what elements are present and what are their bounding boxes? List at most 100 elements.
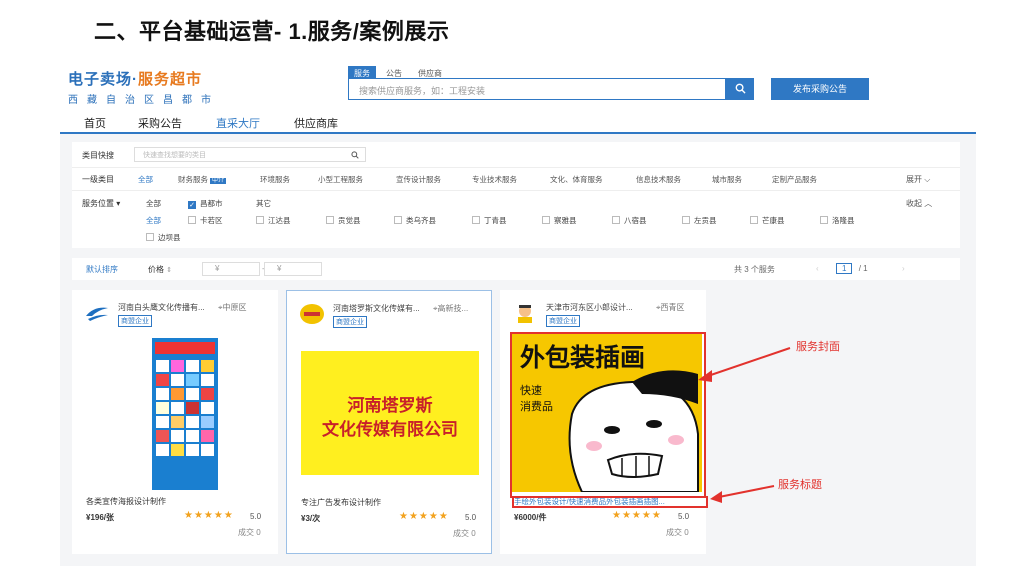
category-urban[interactable]: 城市服务 [712, 174, 742, 185]
category-culture-sports[interactable]: 文化、体育服务 [550, 174, 603, 185]
loc-changdu[interactable]: ✓ 昌都市 [188, 198, 223, 209]
district-bianba[interactable]: 边坝县 [146, 232, 181, 243]
poster-grid [152, 358, 218, 458]
publish-notice-button[interactable]: 发布采购公告 [771, 78, 869, 100]
checkbox-icon [146, 233, 154, 241]
checkbox-icon [326, 216, 334, 224]
loc-all[interactable]: 全部 [146, 198, 161, 209]
nav-home[interactable]: 首页 [84, 115, 106, 131]
rating-score: 5.0 [250, 512, 262, 521]
company-logo [300, 304, 324, 324]
site-logo[interactable]: 电子卖场·服务超市 [68, 68, 202, 89]
checkbox-icon [682, 216, 690, 224]
company-name[interactable]: 河南塔罗斯文化传媒有... [333, 303, 420, 314]
caret-down-icon: ▾ [116, 199, 121, 208]
district-dingqing[interactable]: 丁青县 [472, 215, 507, 226]
category-finance[interactable]: 财务服务 中介 [178, 174, 227, 185]
collapse-label: 收起 [906, 199, 922, 208]
nav-supplier-library[interactable]: 供应商库 [294, 115, 338, 131]
service-price: ¥6000/件 [514, 513, 547, 522]
checkbox-icon [612, 216, 620, 224]
site-header: 电子卖场·服务超市 西藏自治区昌都市 服务 公告 供应商 搜索供应商服务，如：工… [60, 62, 976, 118]
nav-procurement-notice[interactable]: 采购公告 [138, 115, 182, 131]
district-label: 察雅县 [554, 216, 577, 225]
collapse-button[interactable]: 收起 ︿ [906, 198, 932, 209]
cover-line1: 河南塔罗斯 [347, 396, 433, 415]
annotation-cover-label: 服务封面 [796, 341, 840, 353]
price-min-input[interactable]: ¥ [202, 262, 260, 276]
loc-changdu-label: 昌都市 [200, 199, 223, 208]
price-max-input[interactable]: ¥ [264, 262, 322, 276]
service-cover[interactable]: 河南塔罗斯 文化传媒有限公司 [301, 351, 479, 475]
logo-part1: 电子卖场· [68, 71, 138, 88]
total-count: 共 3 个服务 [734, 265, 775, 274]
checkbox-icon [820, 216, 828, 224]
member-badge: 商盟企业 [118, 315, 152, 327]
district: ⌖西青区 [656, 302, 685, 313]
category-it[interactable]: 信息技术服务 [636, 174, 681, 185]
rating-score: 5.0 [678, 512, 690, 521]
loc-other[interactable]: 其它 [256, 198, 271, 209]
rating-score: 5.0 [465, 513, 477, 522]
district-label: 边坝县 [158, 233, 181, 242]
district-label: 洛隆县 [832, 216, 855, 225]
member-badge: 商盟企业 [546, 315, 580, 327]
district-luolong[interactable]: 洛隆县 [820, 215, 855, 226]
district-basu[interactable]: 八宿县 [612, 215, 647, 226]
sort-bar: 默认排序 价格 ⇕ ¥ - ¥ 共 3 个服务 ‹ 1 / 1 › [72, 258, 960, 280]
filter-panel: 类目快搜 快速查找想要的类目 一级类目 全部 财务服务 中介 环境服务 小型工程服… [72, 142, 960, 248]
location-dropdown[interactable]: 服务位置 ▾ [82, 198, 120, 209]
location-label: 服务位置 [82, 199, 114, 208]
company-logo [518, 305, 532, 323]
company-name[interactable]: 河南白头鹰文化传播有... [118, 302, 205, 313]
prev-page-icon[interactable]: ‹ [816, 264, 819, 273]
category-custom-products[interactable]: 定制产品服务 [772, 174, 817, 185]
category-professional-tech[interactable]: 专业技术服务 [472, 174, 517, 185]
service-cover[interactable] [152, 338, 218, 490]
sort-default[interactable]: 默认排序 [86, 264, 118, 275]
district-leiwuqi[interactable]: 类乌齐县 [394, 215, 436, 226]
district-chaya[interactable]: 察雅县 [542, 215, 577, 226]
search-icon[interactable] [351, 148, 359, 161]
annotation-title-label: 服务标题 [778, 479, 822, 491]
level1-label: 一级类目 [82, 175, 114, 184]
district-label: 高新技... [437, 304, 469, 313]
next-page-icon[interactable]: › [902, 264, 905, 273]
service-card[interactable]: 河南塔罗斯文化传媒有... ⌖高新技... 商盟企业 河南塔罗斯 文化传媒有限公… [286, 290, 492, 554]
nav-direct-hall[interactable]: 直采大厅 [216, 115, 260, 131]
rating-stars: ★★★★★ [399, 511, 449, 522]
chevron-down-icon: ⌵ [924, 175, 931, 184]
district-jiangda[interactable]: 江达县 [256, 215, 291, 226]
service-title[interactable]: 专注广告发布设计制作 [301, 497, 381, 508]
expand-button[interactable]: 展开 ⌵ [906, 174, 930, 185]
district-label: 中原区 [222, 303, 247, 312]
district-all[interactable]: 全部 [146, 215, 161, 226]
search-button[interactable] [726, 78, 754, 100]
expand-label: 展开 [906, 175, 922, 184]
service-card[interactable]: 河南白头鹰文化传播有... ⌖中原区 商盟企业 各类宣传海报设计制作 ¥196/… [72, 290, 278, 554]
sort-price[interactable]: 价格 ⇕ [148, 264, 172, 275]
district-zuogong[interactable]: 左贡县 [682, 215, 717, 226]
category-promo-design[interactable]: 宣传设计服务 [396, 174, 441, 185]
current-page[interactable]: 1 [836, 263, 853, 274]
district-karuo[interactable]: 卡若区 [188, 215, 223, 226]
rating-stars: ★★★★★ [612, 510, 662, 521]
rating-stars: ★★★★★ [184, 510, 234, 521]
district: ⌖高新技... [433, 303, 468, 314]
search-input[interactable]: 搜索供应商服务，如：工程安装 [348, 78, 726, 100]
title-highlight-box [512, 496, 708, 508]
district: ⌖中原区 [218, 302, 247, 313]
category-quick-search[interactable]: 快速查找想要的类目 [134, 147, 366, 162]
category-environment[interactable]: 环境服务 [260, 174, 290, 185]
deal-count: 成交 0 [238, 528, 261, 537]
checkbox-icon [542, 216, 550, 224]
district-gongjue[interactable]: 贡觉县 [326, 215, 361, 226]
district-mangkang[interactable]: 芒康县 [750, 215, 785, 226]
category-finance-label: 财务服务 [178, 175, 208, 184]
chevron-up-icon: ︿ [924, 199, 933, 208]
category-all[interactable]: 全部 [138, 174, 153, 185]
company-name[interactable]: 天津市河东区小郎设计... [546, 302, 633, 313]
service-title[interactable]: 各类宣传海报设计制作 [86, 496, 166, 507]
logo-subtitle: 西藏自治区昌都市 [68, 95, 220, 106]
category-small-engineering[interactable]: 小型工程服务 [318, 174, 363, 185]
